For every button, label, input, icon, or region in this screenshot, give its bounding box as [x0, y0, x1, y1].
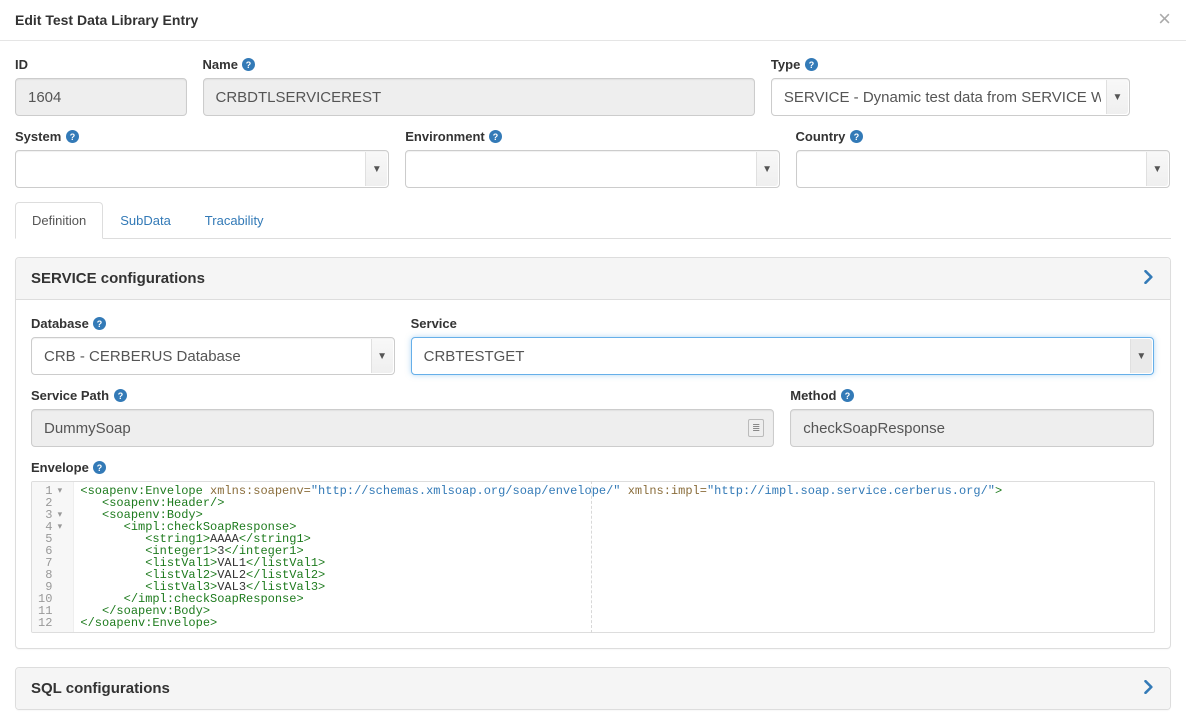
clipboard-icon[interactable]: ≣: [748, 419, 764, 437]
database-label: Database ?: [31, 316, 107, 331]
panel-title: SERVICE configurations: [31, 270, 205, 287]
help-icon[interactable]: ?: [65, 130, 79, 144]
help-icon[interactable]: ?: [804, 58, 818, 72]
svg-text:?: ?: [845, 391, 850, 401]
svg-text:?: ?: [97, 463, 102, 473]
help-icon[interactable]: ?: [93, 461, 107, 475]
help-icon[interactable]: ?: [242, 58, 256, 72]
country-label: Country ?: [796, 129, 864, 144]
chevron-right-icon: [1143, 270, 1155, 287]
sql-config-panel: SQL configurations: [15, 667, 1171, 710]
country-select[interactable]: [796, 150, 1170, 188]
service-config-header[interactable]: SERVICE configurations: [16, 258, 1170, 300]
name-label: Name ?: [203, 57, 256, 72]
service-path-field: [31, 409, 774, 447]
envelope-editor[interactable]: 1▾23▾4▾56789101112 <soapenv:Envelope xml…: [31, 481, 1155, 633]
panel-title: SQL configurations: [31, 680, 170, 697]
help-icon[interactable]: ?: [849, 130, 863, 144]
method-field: [790, 409, 1154, 447]
chevron-right-icon: [1143, 680, 1155, 697]
service-select[interactable]: [411, 337, 1154, 375]
environment-select[interactable]: [405, 150, 779, 188]
help-icon[interactable]: ?: [840, 389, 854, 403]
close-icon[interactable]: ×: [1158, 8, 1171, 30]
envelope-label: Envelope ?: [31, 460, 107, 475]
service-path-label: Service Path ?: [31, 388, 127, 403]
method-label: Method ?: [790, 388, 854, 403]
svg-text:?: ?: [809, 60, 814, 70]
sql-config-header[interactable]: SQL configurations: [16, 668, 1170, 709]
tab-subdata[interactable]: SubData: [103, 202, 188, 239]
svg-text:?: ?: [70, 132, 75, 142]
id-field: [15, 78, 187, 116]
service-label: Service: [411, 316, 457, 331]
id-label: ID: [15, 57, 28, 72]
svg-text:?: ?: [97, 319, 102, 329]
environment-label: Environment ?: [405, 129, 502, 144]
system-select[interactable]: [15, 150, 389, 188]
tab-bar: Definition SubData Tracability: [15, 202, 1171, 239]
system-label: System ?: [15, 129, 79, 144]
name-field: [203, 78, 755, 116]
type-select[interactable]: [771, 78, 1130, 116]
type-label: Type ?: [771, 57, 818, 72]
svg-text:?: ?: [246, 60, 251, 70]
svg-text:?: ?: [117, 391, 122, 401]
modal-title: Edit Test Data Library Entry: [15, 12, 1171, 28]
tab-definition[interactable]: Definition: [15, 202, 103, 239]
svg-text:?: ?: [493, 132, 498, 142]
service-config-panel: SERVICE configurations Database ? ▼: [15, 257, 1171, 649]
help-icon[interactable]: ?: [93, 317, 107, 331]
database-select[interactable]: [31, 337, 395, 375]
tab-tracability[interactable]: Tracability: [188, 202, 281, 239]
help-icon[interactable]: ?: [113, 389, 127, 403]
help-icon[interactable]: ?: [489, 130, 503, 144]
svg-text:?: ?: [854, 132, 859, 142]
